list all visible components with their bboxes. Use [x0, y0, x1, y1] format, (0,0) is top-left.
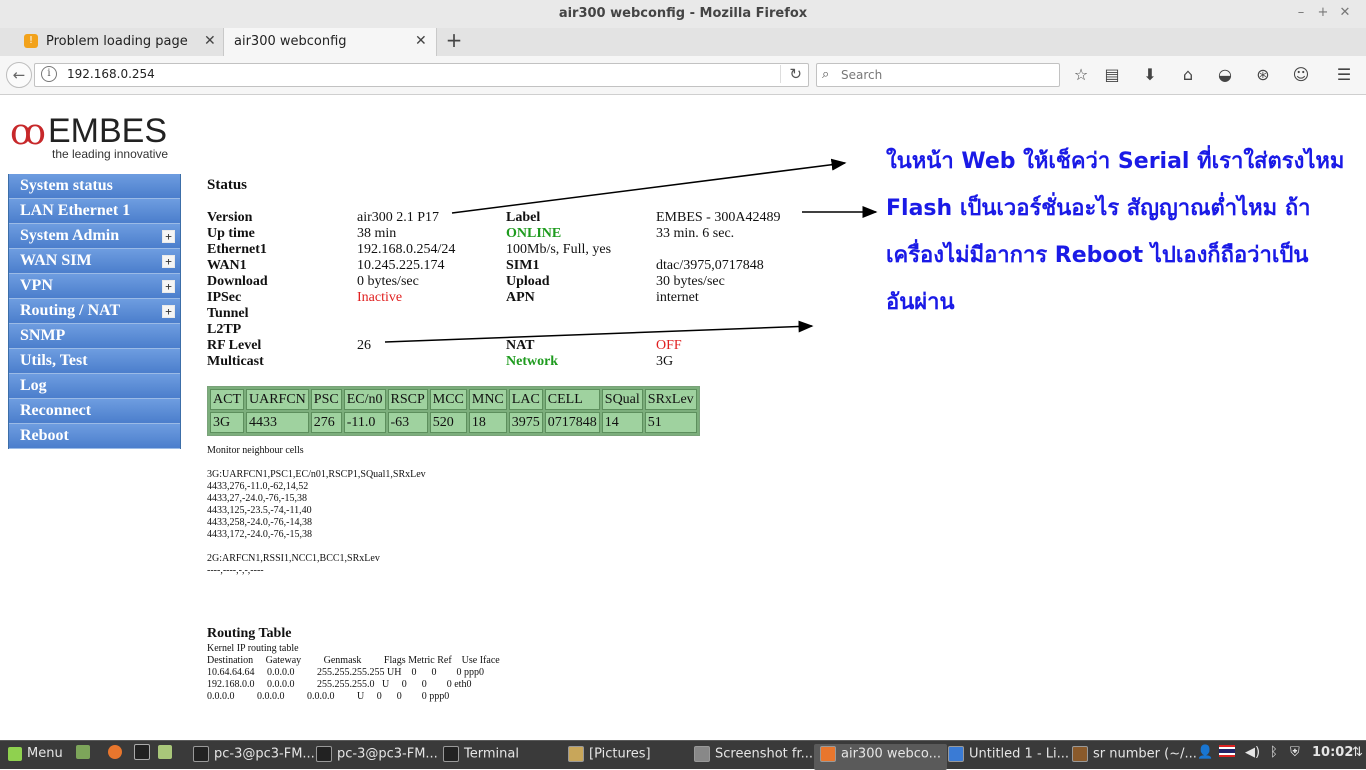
taskbar-item[interactable]: Terminal: [437, 744, 525, 770]
taskbar-item-label: air300 webco...: [841, 746, 942, 762]
files-launcher-icon[interactable]: [158, 744, 177, 766]
taskbar-item-label: Terminal: [464, 746, 519, 762]
clock[interactable]: 10:02: [1312, 745, 1353, 760]
terminal-icon: [443, 746, 459, 762]
taskbar-item[interactable]: pc-3@pc3-FM...: [310, 744, 444, 770]
document-icon: [948, 746, 964, 762]
start-menu-label: Menu: [27, 746, 63, 761]
terminal-icon: [193, 746, 209, 762]
annotation-line-1: ในหน้า Web ให้เช็คว่า Serial ที่เราใส่ตร…: [886, 149, 1345, 174]
firefox-icon: [820, 746, 836, 762]
thai-flag-icon[interactable]: [1219, 745, 1235, 761]
folder-icon: [568, 746, 584, 762]
annotation-arrows: [384, 158, 878, 343]
arrow-to-version: [451, 158, 847, 214]
taskbar-item[interactable]: Untitled 1 - Li...: [942, 744, 1075, 770]
annotation-line-2: Flash เป็นเวอร์ชั่นอะไร สัญญาณต่ำไหม ถ้า: [886, 196, 1311, 221]
network-tray-icon[interactable]: ⇅: [1352, 745, 1363, 760]
annotation-line-3: เครื่องไม่มีอาการ Reboot ไปเองก็ถือว่าเป…: [886, 243, 1309, 268]
firefox-launcher-icon[interactable]: [108, 744, 127, 766]
taskbar-item-label: Untitled 1 - Li...: [969, 746, 1070, 762]
bluetooth-icon[interactable]: ᛒ: [1270, 745, 1278, 760]
camera-icon: [694, 746, 710, 762]
taskbar-item-label: pc-3@pc3-FM...: [214, 746, 315, 762]
terminal-launcher-icon[interactable]: [134, 744, 155, 766]
terminal-icon: [316, 746, 332, 762]
taskbar-item[interactable]: sr number (~/...: [1066, 744, 1203, 770]
shield-icon[interactable]: ⛨: [1290, 745, 1300, 760]
show-desktop-icon[interactable]: [76, 744, 95, 766]
arrow-to-rf-level: [384, 320, 814, 343]
start-menu-button[interactable]: Menu: [2, 744, 69, 770]
user-icon[interactable]: 👤: [1197, 745, 1213, 760]
annotation-line-4: อันผ่าน: [886, 290, 955, 315]
taskbar-item-label: pc-3@pc3-FM...: [337, 746, 438, 762]
taskbar-item[interactable]: pc-3@pc3-FM...: [187, 744, 321, 770]
taskbar-item-label: sr number (~/...: [1093, 746, 1197, 762]
taskbar-item-label: [Pictures]: [589, 746, 651, 762]
taskbar: Menu pc-3@pc3-FM... pc-3@pc3-FM... Termina…: [0, 740, 1366, 770]
sound-icon[interactable]: ◀): [1245, 745, 1260, 760]
spreadsheet-icon: [1072, 746, 1088, 762]
mint-logo-icon: [8, 746, 22, 761]
taskbar-item[interactable]: [Pictures]: [562, 744, 657, 770]
taskbar-item[interactable]: air300 webco...: [814, 744, 948, 770]
taskbar-item[interactable]: Screenshot fr...: [688, 744, 819, 770]
taskbar-item-label: Screenshot fr...: [715, 746, 814, 762]
